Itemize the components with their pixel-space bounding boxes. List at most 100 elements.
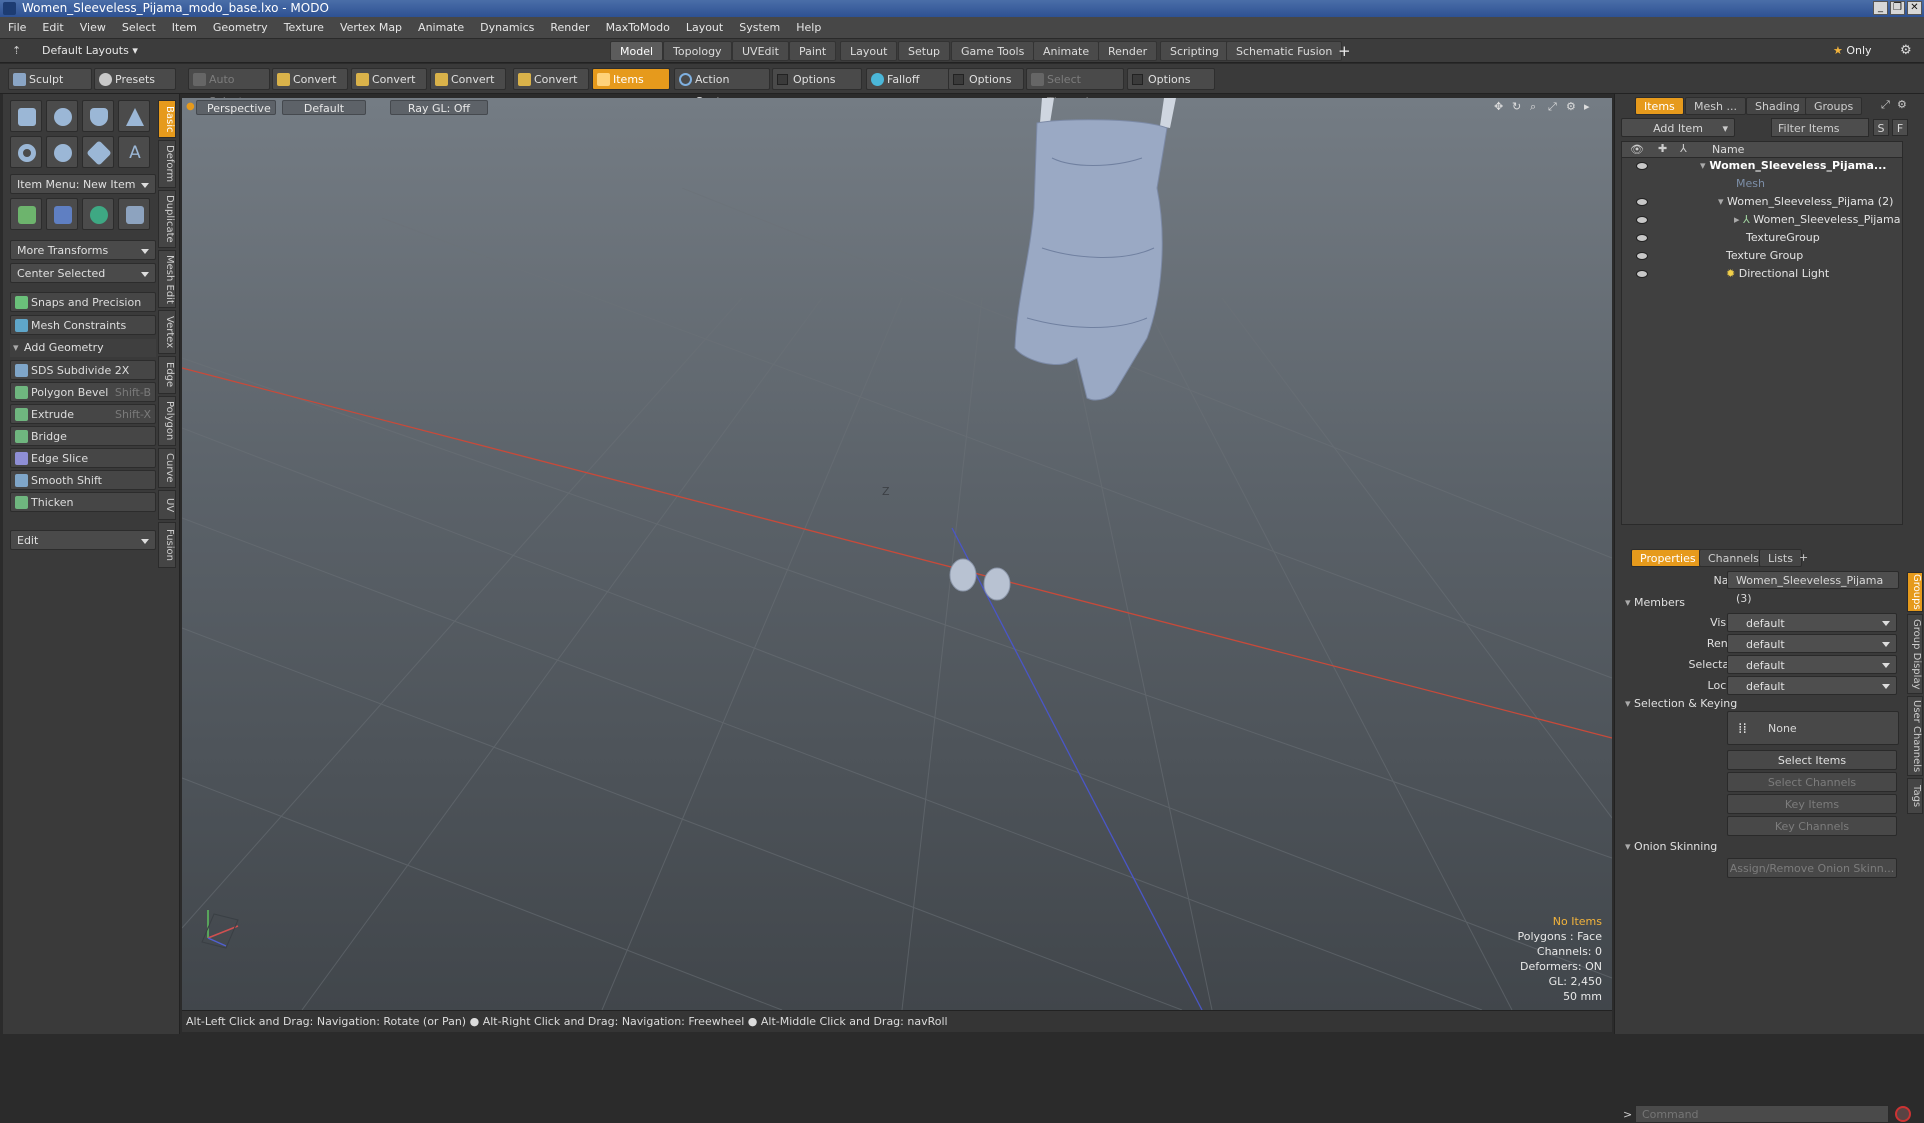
vtab-edge[interactable]: Edge [158,356,176,394]
locked-dropdown[interactable]: default [1727,676,1897,695]
tab-topology[interactable]: Topology [663,41,732,61]
selectable-dropdown[interactable]: default [1727,655,1897,674]
tab-properties[interactable]: Properties [1631,549,1705,567]
vtab-polygon[interactable]: Polygon [158,396,176,446]
select-channels-button[interactable]: Select Channels [1727,772,1897,792]
add-geometry-header[interactable]: ▾ Add Geometry [10,339,156,357]
vtab-mesh-edit[interactable]: Mesh Edit [158,250,176,308]
viewport-arrow-icon[interactable]: ▸ [1584,100,1590,113]
view-type-dropdown[interactable]: Perspective [196,100,276,115]
eye-icon[interactable] [1636,162,1648,170]
convert-button-4[interactable]: Convert [513,68,589,90]
tool-smooth-shift[interactable]: Smooth Shift [10,470,156,490]
tree-row-texturegroup[interactable]: TextureGroup [1746,229,1820,247]
key-items-button[interactable]: Key Items [1727,794,1897,814]
tree-row-texture-group[interactable]: Texture Group [1726,247,1803,265]
vtab-deform[interactable]: Deform [158,140,176,188]
tool-sds-subdivide[interactable]: SDS Subdivide 2X [10,360,156,380]
add-properties-tab[interactable]: + [1799,551,1808,564]
selection-keying-section[interactable]: ▾ Selection & Keying [1625,695,1737,713]
vtab-tags[interactable]: Tags [1907,778,1923,814]
pen-tool-button[interactable] [82,136,114,168]
options-button-3[interactable]: Options [1127,68,1215,90]
falloff-button[interactable]: Falloff [866,68,954,90]
vtab-curve[interactable]: Curve [158,448,176,488]
selection-set-button[interactable]: ⁞⁞ None [1727,711,1899,745]
tab-mesh[interactable]: Mesh ... [1685,97,1746,115]
presets-button[interactable]: Presets F6 [94,68,176,108]
onion-skin-button[interactable]: Assign/Remove Onion Skinn... [1727,858,1897,878]
3d-viewport[interactable]: Z ● Perspective Default Ray GL: Off ✥ ↻ … [182,98,1612,1010]
convert-button-2[interactable]: Convert [351,68,427,90]
filter-items-input[interactable]: Filter Items [1771,118,1869,137]
zoom-view-icon[interactable]: ⌕ [1530,100,1536,114]
move-view-icon[interactable]: ✥ [1494,100,1503,113]
auto-select-button[interactable]: Auto Select [188,68,270,108]
tab-items[interactable]: Items [1635,97,1684,115]
more-transforms-dropdown[interactable]: More Transforms [10,240,156,260]
tree-row-mesh[interactable]: Mesh [1736,175,1765,193]
menu-animate[interactable]: Animate [410,17,472,39]
grid-button[interactable] [46,198,78,230]
tree-row-directional-light[interactable]: ✹ Directional Light [1726,265,1829,283]
panel-gear-icon[interactable]: ⚙ [1897,98,1907,111]
tab-scripting[interactable]: Scripting [1160,41,1229,61]
menu-dynamics[interactable]: Dynamics [472,17,542,39]
tab-uvedit[interactable]: UVEdit [732,41,789,61]
select-through-button[interactable]: Select Through [1026,68,1124,108]
item-menu-dropdown[interactable]: Item Menu: New Item [10,174,156,194]
cylinder-primitive-button[interactable] [82,100,114,132]
eye-icon[interactable] [1636,252,1648,260]
tab-game-tools[interactable]: Game Tools [951,41,1035,61]
snaps-precision-button[interactable]: Snaps and Precision [10,292,156,312]
menu-maxtomodo[interactable]: MaxToModo [598,17,678,39]
capsule-primitive-button[interactable] [46,136,78,168]
globe-button[interactable] [82,198,114,230]
fit-view-icon[interactable]: ⤢ [1548,100,1557,114]
locator-button[interactable] [10,198,42,230]
members-section[interactable]: ▾ Members [1625,594,1685,612]
shading-dropdown[interactable]: Default [282,100,366,115]
text-tool-button[interactable]: A [118,136,150,168]
cube-primitive-button[interactable] [10,100,42,132]
eye-icon[interactable] [1636,270,1648,278]
menu-edit[interactable]: Edit [34,17,71,39]
plane-button[interactable] [118,198,150,230]
layout-arrow-icon[interactable]: ⇡ [12,44,21,57]
menu-view[interactable]: View [72,17,114,39]
sphere-primitive-button[interactable] [46,100,78,132]
command-input[interactable] [1635,1105,1889,1123]
menu-help[interactable]: Help [788,17,829,39]
vtab-user-channels[interactable]: User Channels [1907,696,1923,776]
menu-file[interactable]: File [0,17,34,39]
tab-channels[interactable]: Channels [1699,549,1768,567]
cone-primitive-button[interactable] [118,100,150,132]
viewport-menu-icon[interactable]: ● [186,101,195,112]
add-tab-button[interactable]: + [1338,42,1351,60]
menu-vertex-map[interactable]: Vertex Map [332,17,410,39]
record-icon[interactable] [1895,1106,1911,1122]
tab-groups[interactable]: Groups [1805,97,1863,115]
filter-s-button[interactable]: S [1873,119,1889,136]
vtab-vertex[interactable]: Vertex [158,310,176,354]
gear-icon[interactable]: ⚙ [1900,43,1912,58]
viewport-gear-icon[interactable]: ⚙ [1566,100,1576,113]
vtab-basic[interactable]: Basic [158,100,176,138]
onion-skinning-section[interactable]: ▾ Onion Skinning [1625,838,1717,856]
eye-icon[interactable] [1636,216,1648,224]
tab-schematic-fusion[interactable]: Schematic Fusion [1226,41,1343,61]
vtab-fusion[interactable]: Fusion [158,522,176,568]
tab-setup[interactable]: Setup [898,41,951,61]
visible-dropdown[interactable]: default [1727,613,1897,632]
eye-icon[interactable] [1636,234,1648,242]
menu-select[interactable]: Select [114,17,164,39]
menu-system[interactable]: System [731,17,788,39]
eye-icon[interactable] [1636,198,1648,206]
action-center-button[interactable]: Action Center [674,68,770,108]
rotate-view-icon[interactable]: ↻ [1512,100,1521,113]
options-button-2[interactable]: Options [948,68,1024,90]
render-dropdown[interactable]: default [1727,634,1897,653]
vtab-group-display[interactable]: Group Display [1907,614,1923,694]
vtab-duplicate[interactable]: Duplicate [158,190,176,248]
name-column-header[interactable]: Name [1712,143,1744,156]
